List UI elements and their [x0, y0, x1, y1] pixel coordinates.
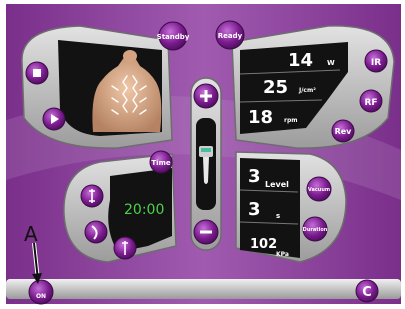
time-button[interactable]: Time [149, 150, 173, 174]
control-screen: 14 W 25 J/cm² 18 rpm IR RF Rev Standby R… [0, 0, 405, 309]
fluence-value: 25 [263, 77, 288, 98]
duration-button-label: Duration [303, 227, 328, 233]
bottom-bar [6, 279, 401, 299]
rev-button-label: Rev [335, 127, 353, 136]
time-button-label: Time [151, 159, 170, 167]
speed-value: 18 [248, 107, 273, 128]
return-button[interactable]: C [355, 279, 379, 303]
ready-button-label: Ready [218, 32, 243, 40]
ready-button[interactable]: Ready [215, 20, 245, 50]
mode-button-3[interactable] [113, 236, 137, 260]
speed-unit: rpm [284, 117, 298, 124]
return-icon: C [362, 285, 372, 300]
annotation-label: A [24, 222, 38, 246]
level-value: 3 [248, 166, 261, 187]
level-unit: Level [265, 180, 289, 189]
ir-button[interactable]: IR [364, 49, 388, 73]
ir-button-label: IR [371, 58, 381, 68]
standby-button-label: Standby [157, 33, 190, 41]
power-unit: W [327, 59, 335, 67]
stop-icon [33, 69, 41, 77]
mode-button-2[interactable] [84, 220, 108, 244]
pressure-unit: KPa [276, 251, 289, 258]
mode-button-1[interactable] [80, 184, 104, 208]
seconds-unit: s [276, 212, 280, 220]
rf-button-label: RF [364, 98, 377, 108]
seconds-value: 3 [248, 199, 261, 220]
vacuum-button-label: Vacuum [308, 187, 330, 193]
timer-value: 20:00 [124, 202, 164, 218]
increase-button[interactable] [193, 83, 219, 109]
pressure-value: 102 [250, 237, 277, 252]
vacuum-button[interactable]: Vacuum [306, 176, 332, 202]
power-value: 14 [288, 50, 313, 71]
on-button[interactable]: ON [28, 279, 54, 305]
rf-button[interactable]: RF [359, 89, 383, 113]
duration-button[interactable]: Duration [302, 216, 328, 242]
play-button[interactable] [42, 107, 66, 131]
butterfly-panel: 14 W 25 J/cm² 18 rpm IR RF Rev Standby R… [6, 4, 401, 305]
on-button-label: ON [36, 293, 46, 300]
rev-button[interactable]: Rev [331, 119, 355, 143]
fluence-unit: J/cm² [298, 87, 316, 94]
stop-button[interactable] [25, 61, 49, 85]
decrease-button[interactable] [193, 219, 219, 245]
